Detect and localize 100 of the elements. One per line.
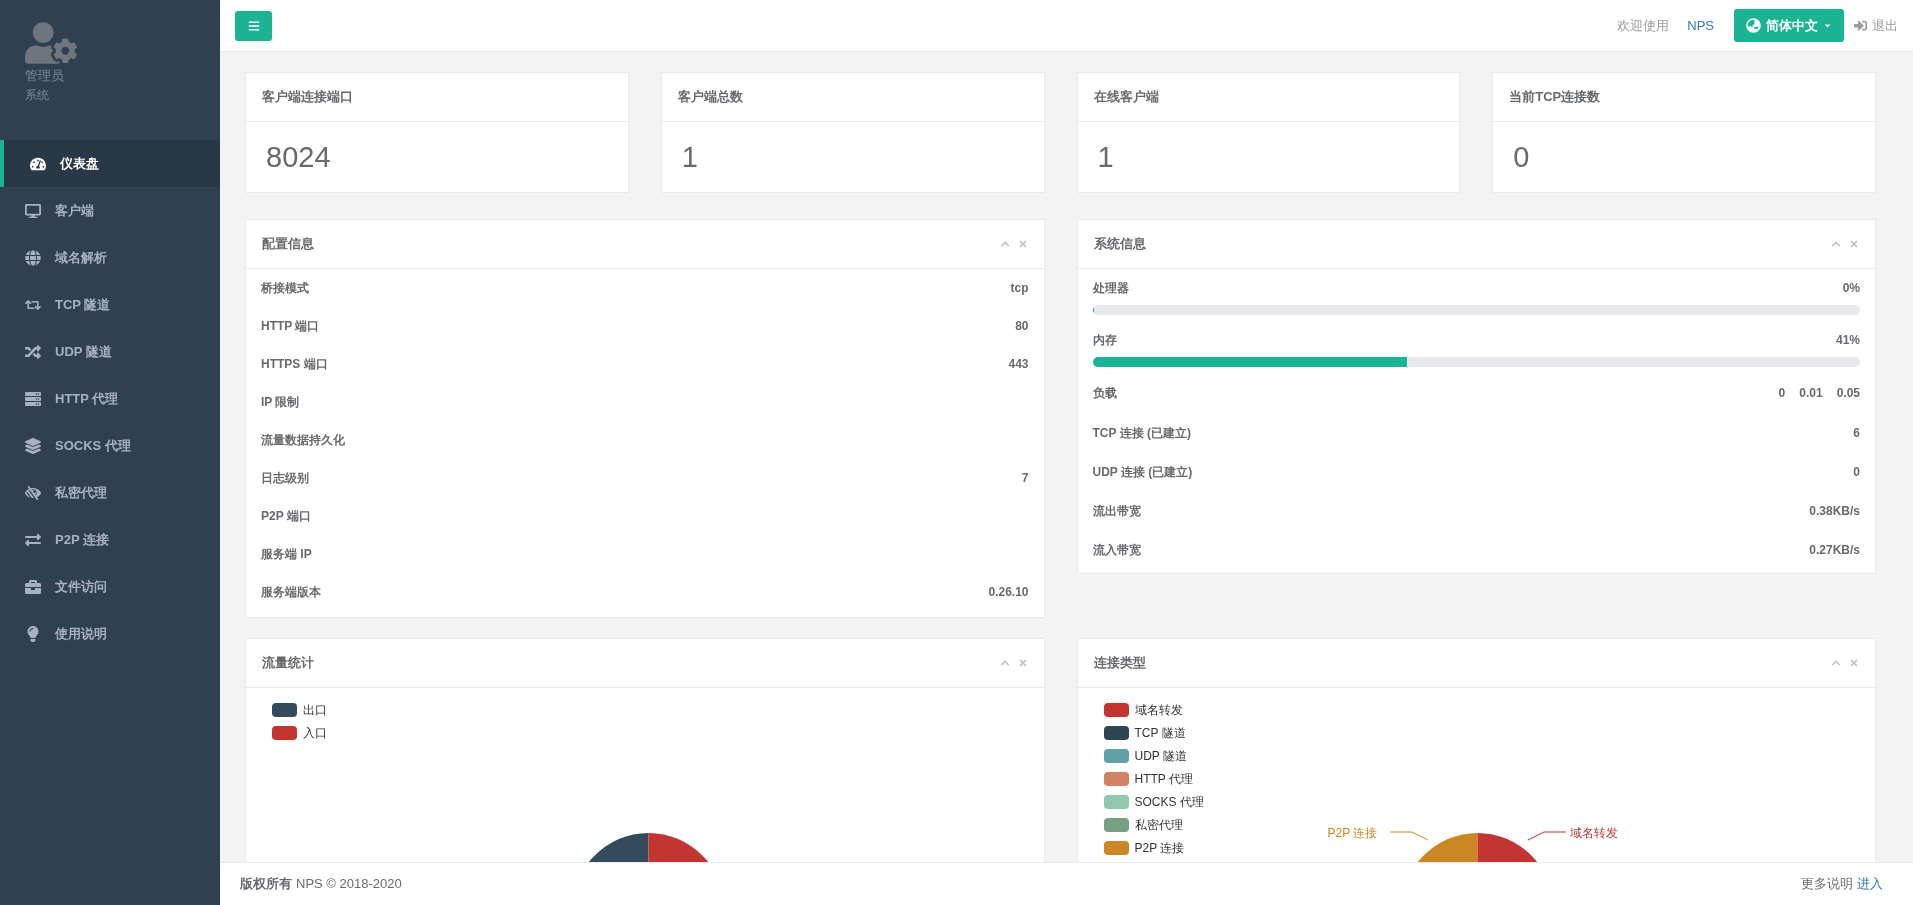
user-role: 系统 <box>25 86 50 104</box>
config-value: 7 <box>1021 470 1029 487</box>
lightbulb-icon <box>25 625 41 642</box>
config-label: HTTPS 端口 <box>261 356 328 373</box>
legend-label[interactable]: HTTP 代理 <box>1134 770 1193 788</box>
stat-title: 客户端连接端口 <box>262 88 353 107</box>
admin-avatar-icon <box>25 22 77 64</box>
legend-label[interactable]: 域名转发 <box>1134 701 1183 719</box>
collapse-icon[interactable] <box>1831 239 1841 249</box>
panel-title: 系统信息 <box>1093 235 1146 254</box>
welcome-text: 欢迎使用 <box>1617 16 1670 35</box>
footer-copyright: NPS © 2018-2020 <box>296 875 402 894</box>
system-label: 流出带宽 <box>1092 502 1141 520</box>
legend-label[interactable]: 出口 <box>303 701 327 719</box>
legend-label[interactable]: UDP 隧道 <box>1134 747 1187 765</box>
stat-value: 8024 <box>266 141 331 173</box>
system-label: UDP 连接 (已建立) <box>1092 463 1193 481</box>
brand-link[interactable]: NPS <box>1687 15 1714 36</box>
briefcase-icon <box>25 578 41 595</box>
legend-label[interactable]: 私密代理 <box>1134 816 1183 834</box>
language-button[interactable]: 简体中文 <box>1734 9 1844 42</box>
sidebar-item[interactable]: 使用说明 <box>0 610 220 657</box>
gauge-icon <box>30 155 46 172</box>
config-label: 服务端 IP <box>261 546 312 563</box>
stat-value: 0 <box>1513 141 1530 173</box>
sidebar-item[interactable]: P2P 连接 <box>0 516 220 563</box>
legend-label[interactable]: SOCKS 代理 <box>1134 793 1204 811</box>
stat-value: 1 <box>1097 141 1114 173</box>
sidebar-item[interactable]: SOCKS 代理 <box>0 422 220 469</box>
system-label: 处理器 <box>1092 280 1129 297</box>
collapse-icon[interactable] <box>999 239 1010 249</box>
config-label: 服务端版本 <box>261 584 321 601</box>
logout-icon <box>1854 19 1867 32</box>
sidebar-item[interactable]: 域名解析 <box>0 234 220 281</box>
system-label: 流入带宽 <box>1092 541 1141 559</box>
panel-title: 配置信息 <box>262 235 314 254</box>
system-label: 内存 <box>1092 332 1117 349</box>
close-icon[interactable] <box>1017 658 1028 668</box>
system-value: 6 <box>1853 424 1860 442</box>
panel-title: 流量统计 <box>262 654 314 673</box>
collapse-icon[interactable] <box>1831 658 1841 668</box>
collapse-icon[interactable] <box>999 658 1010 668</box>
system-value: 0% <box>1842 280 1860 297</box>
panel-title: 连接类型 <box>1093 654 1146 673</box>
leader-line <box>1525 831 1566 841</box>
stat-title: 在线客户端 <box>1093 88 1159 107</box>
footer-owner: 版权所有 <box>240 875 292 894</box>
stat-title: 客户端总数 <box>677 88 743 107</box>
system-value: 41% <box>1835 332 1860 349</box>
sidebar-item[interactable]: 文件访问 <box>0 563 220 610</box>
close-icon[interactable] <box>1849 239 1859 249</box>
config-label: IP 限制 <box>261 394 300 411</box>
system-label: TCP 连接 (已建立) <box>1092 424 1191 442</box>
sidebar-item[interactable]: UDP 隧道 <box>0 328 220 375</box>
slice-label: 域名转发 <box>1569 825 1618 842</box>
close-icon[interactable] <box>1017 239 1028 249</box>
config-label: 桥接模式 <box>261 280 309 297</box>
config-label: P2P 端口 <box>261 508 311 525</box>
stat-value: 1 <box>681 141 698 173</box>
close-icon[interactable] <box>1849 658 1859 668</box>
shuffle-icon <box>25 343 41 360</box>
exchange-icon <box>25 531 41 548</box>
legend-label[interactable]: 入口 <box>303 724 327 742</box>
system-value: 0.27KB/s <box>1809 541 1860 559</box>
leader-line <box>1389 831 1430 841</box>
eye-slash-icon <box>25 484 41 501</box>
globe-icon <box>25 249 41 266</box>
sidebar-item[interactable]: 仪表盘 <box>0 140 220 187</box>
caret-icon <box>1823 21 1832 30</box>
config-value: 443 <box>1008 356 1029 373</box>
sidebar-item[interactable]: 私密代理 <box>0 469 220 516</box>
logout-link[interactable]: 退出 <box>1854 15 1898 36</box>
config-label: 日志级别 <box>261 470 309 487</box>
legend-label[interactable]: P2P 连接 <box>1134 839 1185 857</box>
load-value: 0.05 <box>1836 385 1860 402</box>
menu-button[interactable] <box>235 10 272 41</box>
server-icon <box>25 390 41 407</box>
config-label: HTTP 端口 <box>261 318 320 335</box>
footer-link[interactable]: 进入 <box>1857 874 1883 894</box>
layers-icon <box>25 437 41 454</box>
config-value: tcp <box>1010 280 1029 297</box>
slice-label: P2P 连接 <box>1327 825 1378 842</box>
legend-label[interactable]: TCP 隧道 <box>1134 724 1186 742</box>
stat-title: 当前TCP连接数 <box>1509 88 1601 107</box>
load-value: 0 <box>1778 385 1786 402</box>
config-value: 80 <box>1015 318 1029 335</box>
system-value: 0.38KB/s <box>1809 502 1860 520</box>
config-label: 流量数据持久化 <box>261 432 345 449</box>
monitor-icon <box>25 202 41 219</box>
load-value: 0.01 <box>1799 385 1823 402</box>
config-value: 0.26.10 <box>988 584 1029 601</box>
sidebar-item[interactable]: 客户端 <box>0 187 220 234</box>
menu-icon <box>247 19 260 32</box>
globe-icon <box>1746 18 1761 33</box>
system-label: 负载 <box>1092 385 1117 402</box>
user-name: 管理员 <box>25 67 65 85</box>
sidebar-item[interactable]: TCP 隧道 <box>0 281 220 328</box>
sidebar-item[interactable]: HTTP 代理 <box>0 375 220 422</box>
system-value: 0 <box>1853 463 1860 481</box>
footer-more: 更多说明 <box>1801 875 1853 894</box>
